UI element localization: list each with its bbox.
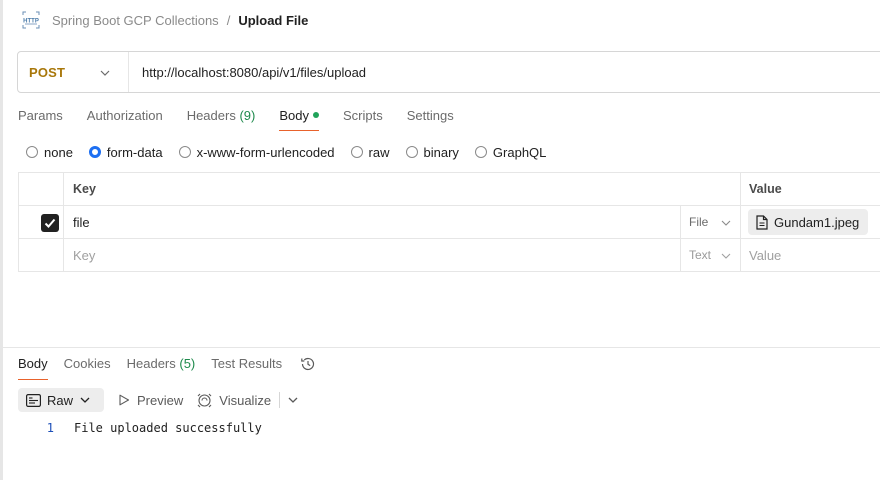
new-type-label: Text [689, 248, 712, 262]
radio-none-label: none [44, 144, 73, 160]
response-divider[interactable] [0, 347, 880, 348]
body-type-raw[interactable]: raw [350, 144, 390, 160]
body-type-form-data[interactable]: form-data [88, 144, 163, 160]
file-chip[interactable]: Gundam1.jpeg [748, 209, 869, 235]
response-tab-test-results[interactable]: Test Results [211, 356, 282, 380]
key-placeholder: Key [73, 247, 96, 263]
tab-body[interactable]: Body [279, 108, 319, 131]
line-number: 1 [46, 421, 54, 435]
left-edge-border [0, 0, 3, 480]
tab-authorization[interactable]: Authorization [87, 108, 163, 131]
response-body-editor[interactable]: 1 File uploaded successfully [40, 421, 262, 435]
url-input[interactable]: http://localhost:8080/api/v1/files/uploa… [129, 65, 366, 80]
table-row-empty: Key Text Value [18, 239, 880, 272]
request-title[interactable]: Upload File [238, 13, 308, 28]
new-value-input[interactable]: Value [740, 239, 880, 271]
body-type-binary[interactable]: binary [405, 144, 459, 160]
visualize-label: Visualize [219, 392, 272, 408]
response-tab-cookies[interactable]: Cookies [64, 356, 111, 380]
history-icon[interactable] [300, 356, 316, 372]
play-icon [119, 394, 130, 406]
breadcrumb: HTTP Spring Boot GCP Collections / Uploa… [22, 10, 308, 30]
row-checkbox-cell [18, 206, 64, 238]
chevron-down-icon[interactable] [288, 396, 298, 404]
tab-body-label: Body [279, 108, 309, 123]
response-headers-label: Headers [126, 356, 176, 371]
table-row: file File Gundam1.jpeg [18, 206, 880, 239]
chevron-down-icon [721, 253, 731, 259]
method-label: POST [29, 64, 66, 80]
radio-graphql-label: GraphQL [492, 144, 547, 160]
value-placeholder: Value [749, 247, 782, 263]
radio-graphql[interactable] [474, 146, 487, 158]
chevron-down-icon [80, 397, 90, 403]
breadcrumb-collection-link[interactable]: Spring Boot GCP Collections [52, 13, 219, 28]
request-url-bar: POST http://localhost:8080/api/v1/files/… [17, 51, 880, 93]
response-tabs: Body Cookies Headers (5) Test Results [18, 356, 316, 380]
visualize-button[interactable]: Visualize [197, 393, 271, 408]
response-tab-headers[interactable]: Headers (5) [127, 356, 196, 380]
body-type-options: none form-data x-www-form-urlencoded raw… [26, 144, 562, 160]
body-type-graphql[interactable]: GraphQL [474, 144, 547, 160]
tab-headers-label: Headers [186, 108, 236, 123]
breadcrumb-separator: / [226, 12, 231, 28]
response-text-line: File uploaded successfully [74, 421, 262, 435]
radio-raw[interactable] [350, 146, 363, 158]
chevron-down-icon [721, 220, 731, 226]
new-key-input[interactable]: Key [64, 239, 680, 271]
tab-headers[interactable]: Headers (9) [187, 108, 256, 131]
toolbar-separator [279, 392, 281, 408]
preview-label: Preview [137, 392, 184, 408]
row-type-select[interactable]: File [680, 206, 740, 238]
file-name: Gundam1.jpeg [774, 214, 860, 230]
tab-scripts[interactable]: Scripts [343, 108, 383, 131]
column-header-value: Value [740, 173, 880, 205]
file-icon [756, 214, 768, 230]
body-type-none[interactable]: none [26, 145, 73, 160]
tab-params[interactable]: Params [18, 108, 63, 131]
check-icon [44, 218, 56, 228]
response-toolbar: Raw Preview Visualize [18, 388, 298, 412]
radio-raw-label: raw [368, 144, 390, 160]
headers-count: (9) [239, 108, 256, 123]
response-tab-body[interactable]: Body [18, 356, 48, 380]
header-checkbox-cell [18, 173, 64, 205]
table-header-row: Key Value [18, 173, 880, 206]
radio-form-data[interactable] [88, 146, 101, 158]
visualize-icon [197, 393, 212, 407]
form-data-table: Key Value file File Gundam1.jpeg Key Tex… [18, 172, 880, 272]
empty-checkbox-cell [18, 239, 64, 271]
radio-urlencoded[interactable] [178, 146, 191, 158]
chevron-down-icon [100, 70, 110, 76]
column-header-key: Key [73, 182, 96, 196]
radio-binary[interactable] [405, 146, 418, 158]
response-headers-count: (5) [179, 356, 196, 371]
format-select[interactable]: Raw [18, 388, 105, 412]
tab-settings[interactable]: Settings [407, 108, 454, 131]
body-type-urlencoded[interactable]: x-www-form-urlencoded [178, 144, 335, 160]
row-value-cell: Gundam1.jpeg [740, 206, 880, 238]
row-enabled-checkbox[interactable] [41, 214, 59, 232]
row-type-label: File [689, 215, 709, 229]
new-type-select[interactable]: Text [680, 239, 740, 271]
row-key-input[interactable]: file [64, 206, 680, 238]
radio-urlencoded-label: x-www-form-urlencoded [196, 144, 335, 160]
http-request-icon: HTTP [22, 11, 40, 29]
body-active-dot [312, 112, 319, 118]
format-label: Raw [47, 392, 74, 408]
preview-button[interactable]: Preview [118, 393, 183, 408]
method-select[interactable]: POST [18, 52, 129, 92]
request-tabs: Params Authorization Headers (9) Body Sc… [18, 108, 478, 131]
radio-binary-label: binary [423, 144, 459, 160]
radio-form-data-label: form-data [106, 144, 163, 160]
radio-none[interactable] [26, 146, 38, 158]
text-format-icon [26, 393, 41, 407]
